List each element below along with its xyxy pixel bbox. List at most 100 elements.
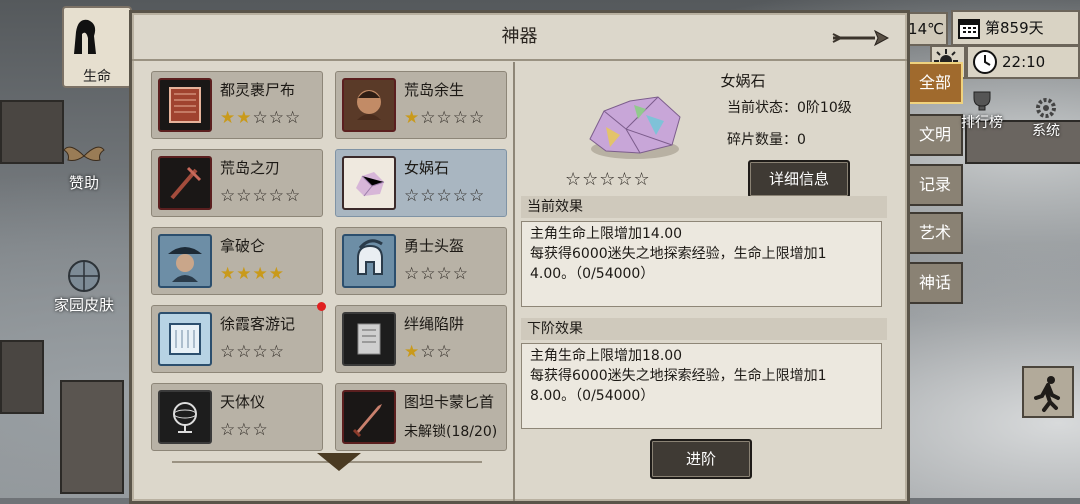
day-display: 第859天 [951,10,1080,46]
tab-myth[interactable]: 神话 [907,262,963,304]
status-label: 当前状态： [727,100,797,116]
star-empty-icon: ☆ [404,186,421,206]
star-empty-icon: ☆ [469,186,486,206]
star-empty-icon: ☆ [236,186,253,206]
tab-records[interactable]: 记录 [907,164,963,206]
star-empty-icon: ☆ [252,108,269,128]
runner-button[interactable] [1022,366,1074,418]
life-button[interactable]: 生命 [62,6,132,88]
wings-icon [63,146,105,161]
travel-notes-icon [158,312,212,366]
artifact-name: 图坦卡蒙匕首 [404,393,495,411]
status-row: 当前状态：0阶10级 [727,97,852,117]
star-empty-icon: ☆ [436,342,453,362]
star-empty-icon: ☆ [436,264,453,284]
effect-line: 每获得6000迷失之地探索经验，生命上限增加1 [530,368,827,384]
life-label: 生命 [83,69,111,85]
unlock-progress: 未解锁(18/20) [404,424,498,440]
star-empty-icon: ☆ [268,186,285,206]
tab-civilization[interactable]: 文明 [907,114,963,156]
artifact-card[interactable]: 都灵裹尸布 ★★☆☆☆ [151,71,323,139]
artifact-card[interactable]: 荒岛余生 ★☆☆☆☆ [335,71,507,139]
star-filled-icon: ★ [404,108,421,128]
star-empty-icon: ☆ [452,264,469,284]
artifact-stars: ☆☆☆ [220,420,269,440]
star-filled-icon: ★ [220,108,237,128]
warrior-helmet-icon [342,234,396,288]
armillary-sphere-icon [158,390,212,444]
detail-info-button[interactable]: 详细信息 [748,160,850,198]
star-empty-icon: ☆ [420,264,437,284]
effect-line: 主角生命上限增加18.00 [530,348,683,364]
scroll-down-arrow-icon[interactable] [317,453,361,471]
artifact-dialog: 神器 都灵裹尸布 ★★☆☆☆ 荒岛余生 ★☆☆☆☆ 荒岛之刃 ☆☆☆☆☆ 女娲石… [129,10,910,504]
system-label: 系统 [1032,123,1060,139]
castaway-portrait-icon [342,78,396,132]
current-effect-box: 主角生命上限增加14.00 每获得6000迷失之地探索经验，生命上限增加1 4.… [521,221,882,307]
trap-icon [342,312,396,366]
artifact-name: 勇士头盔 [404,237,465,255]
panel-divider [513,62,515,501]
temperature-value: 14℃ [908,20,944,38]
star-empty-icon: ☆ [285,108,302,128]
artifact-card[interactable]: 拿破仑 ★★★★ [151,227,323,295]
star-filled-icon: ★ [236,108,253,128]
day-value: 第859天 [985,19,1044,37]
artifact-name: 女娲石 [404,159,450,177]
star-empty-icon: ☆ [220,420,237,440]
tab-all[interactable]: 全部 [907,62,963,104]
runner-icon [1034,376,1060,412]
home-skin-button[interactable]: 家园皮肤 [40,258,128,315]
star-empty-icon: ☆ [252,342,269,362]
artifact-name: 荒岛之刃 [220,159,281,177]
nuwa-stone-large-icon [589,96,681,159]
artifact-stars: ★☆☆ [404,342,453,362]
artifact-name: 荒岛余生 [404,81,465,99]
star-empty-icon: ☆ [285,186,302,206]
effect-line: 4.00。（0/54000） [530,266,655,282]
artifact-card[interactable]: 绊绳陷阱 ★☆☆ [335,305,507,373]
star-empty-icon: ☆ [220,342,237,362]
tab-art[interactable]: 艺术 [907,212,963,254]
system-button[interactable]: 系统 [1020,96,1072,140]
star-empty-icon: ☆ [469,108,486,128]
star-empty-icon: ☆ [420,108,437,128]
building [60,380,124,494]
gear-icon [1036,98,1056,118]
clock-icon [973,50,997,74]
home-skin-label: 家园皮肤 [53,296,114,314]
temperature-display: 14℃ [904,12,948,46]
artifact-card-selected[interactable]: 女娲石 ☆☆☆☆☆ [335,149,507,217]
time-value: 22:10 [1002,53,1046,71]
artifact-card[interactable]: 徐霞客游记 ☆☆☆☆ [151,302,326,373]
advance-button[interactable]: 进阶 [650,439,752,479]
napoleon-portrait-icon [158,234,212,288]
star-filled-icon: ★ [404,342,421,362]
detail-artifact-name: 女娲石 [720,72,766,90]
help-button[interactable]: 赞助 [54,140,114,193]
shroud-icon [158,78,212,132]
fragments-label: 碎片数量： [727,132,797,148]
star-empty-icon: ☆ [420,342,437,362]
artifact-stars: ☆☆☆☆ [220,342,285,362]
artifact-stars: ★☆☆☆☆ [404,108,485,128]
star-empty-icon: ☆ [252,420,269,440]
artifact-stars: ☆☆☆☆☆ [404,186,485,206]
star-empty-icon: ☆ [420,186,437,206]
spear-close-icon[interactable] [831,28,889,48]
effect-line: 每获得6000迷失之地探索经验，生命上限增加1 [530,246,827,262]
leaderboard-label: 排行榜 [961,115,1003,131]
artifact-name: 绊绳陷阱 [404,315,465,333]
artifact-card[interactable]: 图坦卡蒙匕首 未解锁(18/20) [335,383,507,451]
globe-icon [68,260,100,292]
dialog-title: 神器 [132,13,907,61]
artifact-card[interactable]: 天体仪 ☆☆☆ [151,383,323,451]
artifact-card[interactable]: 荒岛之刃 ☆☆☆☆☆ [151,149,323,217]
artifact-card[interactable]: 勇士头盔 ☆☆☆☆ [335,227,507,295]
star-empty-icon: ☆ [404,264,421,284]
leaderboard-button[interactable]: 排行榜 [956,90,1008,132]
effect-line: 8.00。（0/54000） [530,388,655,404]
star-empty-icon: ☆ [436,108,453,128]
next-effect-box: 主角生命上限增加18.00 每获得6000迷失之地探索经验，生命上限增加1 8.… [521,343,882,429]
artifact-stars: ☆☆☆☆☆ [220,186,301,206]
